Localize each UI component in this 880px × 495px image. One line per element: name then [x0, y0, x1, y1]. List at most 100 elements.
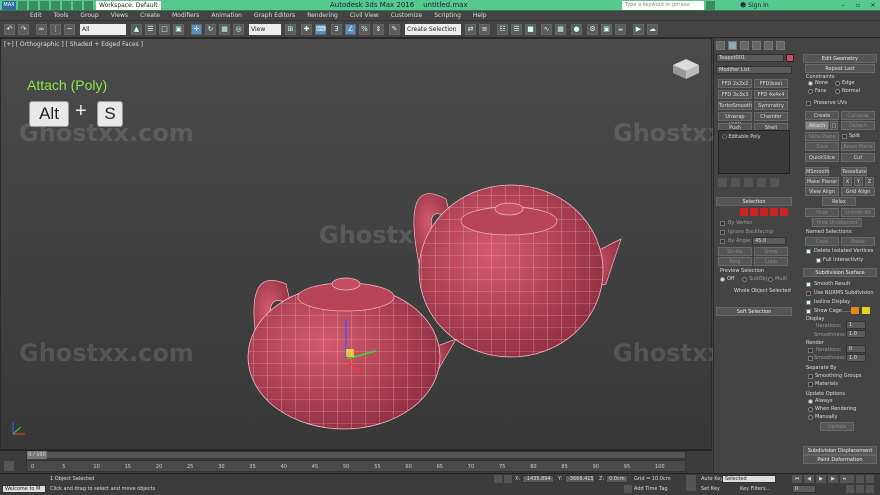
viewcube-icon[interactable] [671, 57, 701, 81]
cut-button[interactable]: Cut [841, 153, 875, 162]
smoothing-groups-checkbox[interactable] [808, 374, 813, 379]
full-interactivity-checkbox[interactable] [816, 258, 821, 263]
mirror-icon[interactable]: ⇄ [465, 24, 476, 35]
undo-icon[interactable]: ↶ [4, 24, 15, 35]
binoculars-icon[interactable] [706, 1, 715, 10]
open-file-icon[interactable] [29, 1, 38, 10]
msmooth-button[interactable]: MSmooth [805, 167, 830, 176]
display-tab-icon[interactable] [764, 41, 773, 50]
current-frame-field[interactable]: 0 [792, 485, 816, 493]
unwrap-uvw-button[interactable]: Unwrap UVW [718, 112, 752, 128]
attach-button[interactable]: Attach [805, 121, 829, 130]
paint-deformation-rollout-header[interactable]: Paint Deformation [803, 455, 877, 464]
x-coord-field[interactable]: -1435.894 [522, 475, 554, 483]
snaps-toggle-icon[interactable]: 3 [331, 24, 342, 35]
constraint-none-radio[interactable] [808, 81, 813, 86]
subdivision-displacement-rollout-header[interactable]: Subdivision Displacement [803, 446, 877, 455]
rectangular-selection-icon[interactable]: □ [159, 24, 170, 35]
hide-selected-button[interactable]: Hide Selected [805, 208, 839, 224]
graphite-toggle-icon[interactable]: ■ [525, 24, 536, 35]
select-and-scale-icon[interactable]: ▦ [219, 24, 230, 35]
selection-filter-dropdown[interactable]: All [80, 24, 126, 35]
ring-button[interactable]: Ring [718, 257, 752, 266]
turbosmooth-button[interactable]: TurboSmooth [718, 101, 752, 110]
track-bar[interactable]: 0 5 10 15 20 25 30 35 40 45 50 55 60 65 70 75 80 85 90 95 10… [26, 460, 686, 472]
align-icon[interactable]: ≡ [479, 24, 490, 35]
teapot-back[interactable] [413, 184, 622, 358]
zoom-icon[interactable] [846, 475, 854, 483]
modify-tab-icon[interactable] [728, 41, 737, 50]
loop-button[interactable]: Loop [754, 257, 788, 266]
utilities-tab-icon[interactable] [776, 41, 785, 50]
planar-x-button[interactable]: X [843, 177, 852, 186]
absolute-mode-icon[interactable] [504, 475, 512, 483]
ignore-backfacing-checkbox[interactable] [720, 230, 725, 235]
ffd-2x2x2-button[interactable]: FFD 2x2x2 [718, 79, 752, 88]
smooth-result-checkbox[interactable] [806, 282, 811, 287]
named-selection-sets-dropdown[interactable]: Create Selection Se [405, 24, 461, 44]
edge-level-icon[interactable] [750, 208, 758, 216]
border-level-icon[interactable] [760, 208, 768, 216]
menu-edit[interactable]: Edit [24, 11, 48, 20]
update-button[interactable]: Update [820, 422, 854, 431]
constraint-normal-radio[interactable] [835, 89, 840, 94]
select-by-name-icon[interactable]: ☰ [145, 24, 156, 35]
stack-item-editable-poly[interactable]: ▢ Editable Poly [722, 134, 761, 140]
render-iterations-spinner[interactable]: 0 [846, 345, 866, 353]
repeat-last-button[interactable]: Repeat Last [805, 64, 875, 73]
redo-icon[interactable]: ↷ [18, 24, 29, 35]
undo-icon[interactable] [51, 1, 60, 10]
remove-modifier-icon[interactable] [757, 178, 766, 187]
slice-plane-button[interactable]: Slice Plane [805, 132, 839, 141]
menu-civil-view[interactable]: Civil View [344, 11, 385, 20]
element-level-icon[interactable] [780, 208, 788, 216]
keyboard-shortcut-override-icon[interactable]: ⌨ [315, 24, 326, 35]
update-when-rendering-radio[interactable] [808, 407, 813, 412]
maxscript-listener-field[interactable]: Welcome to M [2, 485, 46, 493]
cage-color-swatch-2[interactable] [862, 307, 870, 314]
split-checkbox[interactable] [842, 134, 847, 139]
preview-subobj-radio[interactable] [742, 277, 747, 282]
copy-button[interactable]: Copy [805, 237, 839, 246]
key-mode-dropdown[interactable]: Selected [722, 475, 776, 483]
time-slider-handle[interactable]: 0 / 100 [27, 451, 47, 459]
update-manually-radio[interactable] [808, 415, 813, 420]
pan-icon[interactable] [856, 485, 864, 493]
save-file-icon[interactable] [40, 1, 49, 10]
redo-icon[interactable] [62, 1, 71, 10]
z-coord-field[interactable]: 0.0cm [606, 475, 628, 483]
object-name-field[interactable]: Teapot001 [716, 54, 784, 62]
zoom-all-icon[interactable] [856, 475, 864, 483]
angle-spinner[interactable]: 45.0 [752, 237, 786, 245]
motion-tab-icon[interactable] [752, 41, 761, 50]
y-coord-field[interactable]: -3666.415 [565, 475, 595, 483]
materials-checkbox[interactable] [808, 382, 813, 387]
reference-coordinate-dropdown[interactable]: View [249, 24, 281, 35]
reset-plane-button[interactable]: Reset Plane [841, 142, 875, 151]
select-manipulate-icon[interactable]: ✚ [301, 24, 312, 35]
isoline-display-checkbox[interactable] [806, 300, 811, 305]
preserve-uvs-checkbox[interactable] [806, 101, 811, 106]
cage-color-swatch-1[interactable] [851, 307, 859, 314]
select-and-move-icon[interactable]: ✛ [191, 24, 202, 35]
polygon-level-icon[interactable] [770, 208, 778, 216]
modifier-list-dropdown[interactable]: Modifier List [716, 66, 792, 74]
orbit-icon[interactable] [866, 485, 874, 493]
auto-key-button[interactable]: Auto Key [701, 476, 723, 482]
rendered-frame-window-icon[interactable]: ▣ [601, 24, 612, 35]
create-tab-icon[interactable] [716, 41, 725, 50]
place-icon[interactable]: ◎ [233, 24, 244, 35]
unlink-icon[interactable]: ⋮ [50, 24, 61, 35]
menu-customize[interactable]: Customize [385, 11, 429, 20]
select-object-icon[interactable]: ▲ [131, 24, 142, 35]
window-crossing-icon[interactable]: ▣ [173, 24, 184, 35]
dropdown-icon[interactable] [84, 1, 93, 10]
hide-unselected-button[interactable]: Hide Unselected [812, 218, 862, 227]
planar-y-button[interactable]: Y [854, 177, 863, 186]
menu-group[interactable]: Group [74, 11, 104, 20]
use-nurms-checkbox[interactable] [806, 291, 811, 296]
schematic-view-icon[interactable]: ▦ [555, 24, 566, 35]
preview-off-radio[interactable] [720, 277, 725, 282]
menu-graph-editors[interactable]: Graph Editors [248, 11, 301, 20]
menu-animation[interactable]: Animation [205, 11, 248, 20]
